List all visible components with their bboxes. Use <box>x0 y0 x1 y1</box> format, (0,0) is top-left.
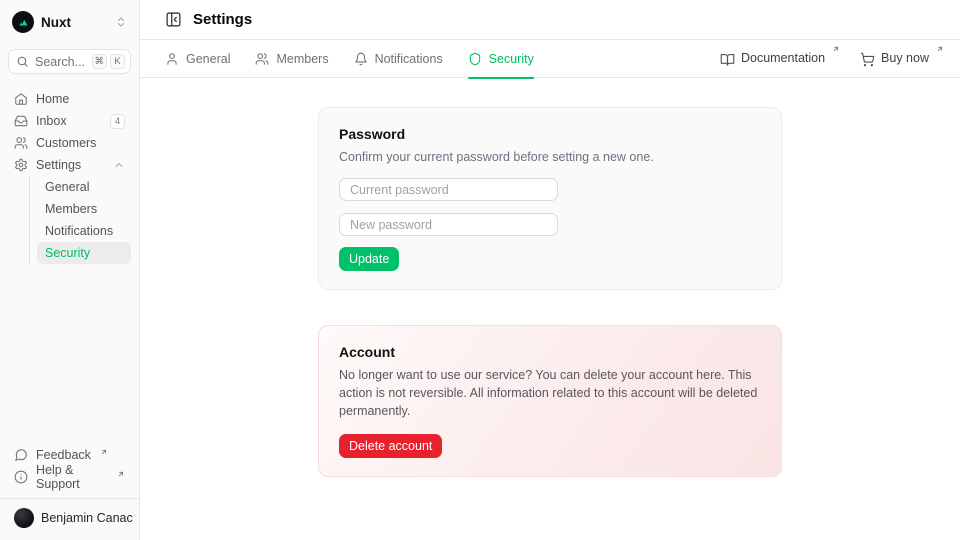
sidebar-item-security[interactable]: Security <box>37 242 131 264</box>
sidebar-item-home[interactable]: Home <box>8 88 131 110</box>
external-link-icon <box>936 45 944 53</box>
shield-icon <box>468 52 482 66</box>
nuxt-logo-icon <box>12 11 34 33</box>
tab-notifications[interactable]: Notifications <box>354 40 443 78</box>
sidebar-item-label: Help & Support <box>36 463 108 491</box>
sidebar-user-section: Benjamin Canac <box>0 498 139 532</box>
help-support-link[interactable]: Help & Support <box>8 466 131 488</box>
tab-label: Security <box>489 52 534 66</box>
buy-now-link[interactable]: Buy now <box>860 51 944 67</box>
sidebar-item-notifications[interactable]: Notifications <box>37 220 131 242</box>
password-card: Password Confirm your current password b… <box>318 107 782 290</box>
sidebar-item-label: Members <box>45 202 97 216</box>
users-icon <box>14 136 28 150</box>
sidebar-item-label: Notifications <box>45 224 113 238</box>
search-shortcut: ⌘ K <box>92 54 126 69</box>
user-menu[interactable]: Benjamin Canac <box>10 506 129 530</box>
settings-subnav: General Members Notifications Security <box>29 176 131 264</box>
sidebar-footer: Feedback Help & Support <box>8 444 131 492</box>
sidebar-item-label: Settings <box>36 158 81 172</box>
sidebar-item-label: Feedback <box>36 448 91 462</box>
sidebar-item-label: General <box>45 180 89 194</box>
chat-bubble-icon <box>14 448 28 462</box>
users-icon <box>255 52 269 66</box>
search-input[interactable]: Search... ⌘ K <box>8 49 131 74</box>
page-title: Settings <box>193 11 252 28</box>
chevron-up-down-icon <box>115 16 127 28</box>
sidebar: Nuxt Search... ⌘ K Home <box>0 0 140 540</box>
home-icon <box>14 92 28 106</box>
sidebar-item-general[interactable]: General <box>37 176 131 198</box>
password-card-title: Password <box>339 126 761 142</box>
search-placeholder: Search... <box>35 55 86 69</box>
workspace-name: Nuxt <box>41 15 71 30</box>
new-password-field[interactable] <box>339 213 558 236</box>
sidebar-item-inbox[interactable]: Inbox 4 <box>8 110 131 132</box>
delete-account-button[interactable]: Delete account <box>339 434 442 458</box>
sidebar-item-label: Customers <box>36 136 96 150</box>
avatar <box>14 508 34 528</box>
kbd-cmd: ⌘ <box>92 54 108 69</box>
documentation-link[interactable]: Documentation <box>720 51 840 67</box>
kbd-k: K <box>110 54 125 69</box>
sidebar-item-members[interactable]: Members <box>37 198 131 220</box>
account-card: Account No longer want to use our servic… <box>318 325 782 476</box>
current-password-field[interactable] <box>339 178 558 201</box>
page-header: Settings <box>140 0 960 40</box>
user-name: Benjamin Canac <box>41 511 133 525</box>
external-link-icon <box>117 470 125 478</box>
tab-security[interactable]: Security <box>468 40 534 78</box>
action-label: Buy now <box>881 51 929 65</box>
tab-general[interactable]: General <box>165 40 230 78</box>
tab-label: Notifications <box>375 52 443 66</box>
update-password-button[interactable]: Update <box>339 247 399 271</box>
action-label: Documentation <box>741 51 825 65</box>
sidebar-item-settings[interactable]: Settings <box>8 154 131 176</box>
inbox-icon <box>14 114 28 128</box>
sidebar-item-label: Home <box>36 92 69 106</box>
info-circle-icon <box>14 470 28 484</box>
inbox-count-badge: 4 <box>110 114 125 129</box>
sidebar-spacer <box>8 264 131 444</box>
main-area: Settings General Members Notifications <box>140 0 960 540</box>
sidebar-item-label: Inbox <box>36 114 67 128</box>
app-root: Nuxt Search... ⌘ K Home <box>0 0 960 540</box>
gear-icon <box>14 158 28 172</box>
security-content: Password Confirm your current password b… <box>140 78 960 540</box>
sidebar-nav: Home Inbox 4 Customers Settings <box>8 88 131 264</box>
external-link-icon <box>832 45 840 53</box>
search-icon <box>16 55 29 68</box>
header-actions: Documentation Buy now <box>720 51 944 67</box>
settings-tabs: General Members Notifications Security <box>140 40 960 78</box>
account-card-title: Account <box>339 344 761 360</box>
tab-label: Members <box>276 52 328 66</box>
cart-icon <box>860 52 875 67</box>
tab-label: General <box>186 52 230 66</box>
sidebar-item-customers[interactable]: Customers <box>8 132 131 154</box>
sidebar-item-label: Security <box>45 246 90 260</box>
chevron-up-icon <box>113 159 125 171</box>
bell-icon <box>354 52 368 66</box>
password-card-description: Confirm your current password before set… <box>339 148 761 166</box>
user-icon <box>165 52 179 66</box>
collapse-sidebar-icon[interactable] <box>165 11 182 28</box>
book-icon <box>720 52 735 67</box>
external-link-icon <box>100 448 108 456</box>
tab-members[interactable]: Members <box>255 40 328 78</box>
workspace-switcher[interactable]: Nuxt <box>8 8 131 36</box>
account-card-description: No longer want to use our service? You c… <box>339 366 761 420</box>
